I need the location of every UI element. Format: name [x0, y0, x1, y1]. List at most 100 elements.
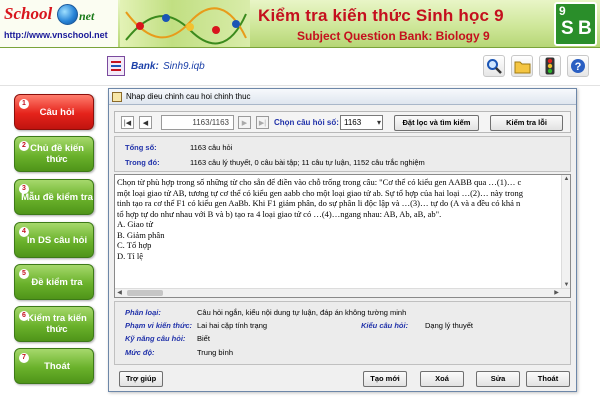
- bio-logo-s: S: [561, 18, 574, 39]
- dialog-button-row: Trợ giúp Tạo mới Xoá Sửa Thoát: [114, 369, 571, 389]
- bio-logo-b: B: [578, 18, 592, 39]
- menu-label: Kiểm tra kiến thức: [27, 313, 87, 335]
- menu-number-badge: 5: [19, 269, 29, 279]
- folder-icon: [514, 61, 530, 73]
- open-folder-button[interactable]: [511, 55, 533, 77]
- question-content-editor[interactable]: Chọn từ phù hợp trong số những từ cho sẵ…: [114, 174, 571, 298]
- menu-label: Đề kiểm tra: [31, 276, 83, 288]
- question-number-select[interactable]: 1163: [340, 115, 383, 130]
- scope-value: Lai hai cặp tính trạng: [197, 321, 268, 330]
- category-value: Câu hỏi ngắn, kiểu nội dung tự luận, đáp…: [197, 308, 407, 317]
- delete-question-button[interactable]: Xoá: [420, 371, 464, 387]
- menu-label: Câu hỏi: [39, 106, 75, 118]
- question-line: tinh tạo ra cơ thể F1 có kiểu gen AaBb. …: [117, 198, 521, 208]
- dialog-app-icon: [112, 92, 122, 102]
- logo-url: http://www.vnschool.net: [4, 30, 108, 40]
- menu-number-badge: 1: [19, 99, 29, 109]
- app-title: Kiểm tra kiến thức Sinh học 9: [258, 6, 504, 25]
- record-counter: 1163/1163: [161, 115, 234, 130]
- dialog-title-bar: Nhap dieu chinh cau hoi chinh thuc: [109, 89, 576, 105]
- question-bank-icon: [107, 56, 125, 76]
- check-errors-button[interactable]: Kiểm tra lỗi: [490, 115, 563, 131]
- help-icon: ?: [571, 59, 585, 73]
- search-button[interactable]: [483, 55, 505, 77]
- last-record-button[interactable]: ▶|: [256, 116, 269, 129]
- logo-net-text: net: [79, 9, 95, 23]
- edit-question-button[interactable]: Sửa: [476, 371, 520, 387]
- menu-button-1[interactable]: 1 Câu hỏi: [14, 94, 94, 130]
- question-line: tổ hợp tự do như nhau với B và b) tạo ra…: [117, 208, 442, 219]
- prev-record-button[interactable]: ◀: [139, 116, 152, 129]
- bank-label: Bank:: [131, 61, 159, 72]
- school-net-logo: School net http://www.vnschool.net: [0, 0, 118, 47]
- scroll-left-icon[interactable]: ◀: [115, 289, 124, 297]
- filter-search-button[interactable]: Đặt lọc và tìm kiếm: [394, 115, 479, 131]
- scope-label: Phạm vi kiến thức:: [125, 321, 193, 330]
- new-question-button[interactable]: Tạo mới: [363, 371, 407, 387]
- help-dialog-button[interactable]: Trợ giúp: [119, 371, 163, 387]
- menu-number-badge: 6: [19, 311, 29, 321]
- first-record-button[interactable]: |◀: [121, 116, 134, 129]
- total-value: 1163 câu hỏi: [190, 143, 233, 152]
- menu-number-badge: 7: [19, 353, 29, 363]
- menu-number-badge: 2: [19, 141, 29, 151]
- dna-helix-icon: [125, 7, 247, 45]
- menu-label: Chủ đề kiến thức: [30, 143, 84, 165]
- app-subtitle: Subject Question Bank: Biology 9: [297, 29, 490, 43]
- horizontal-scroll-thumb[interactable]: [127, 290, 163, 296]
- answer-option: A. Giao tử: [117, 219, 154, 229]
- exit-dialog-button[interactable]: Thoát: [526, 371, 570, 387]
- menu-button-4[interactable]: 4 In DS câu hỏi: [14, 222, 94, 258]
- app-header-banner: School net http://www.vnschool.net Kiểm …: [0, 0, 600, 48]
- level-value: Trung bình: [197, 348, 233, 357]
- answer-option: B. Giảm phân: [117, 229, 165, 240]
- traffic-light-icon: [545, 57, 555, 75]
- category-label: Phân loại:: [125, 308, 161, 317]
- logo-school-text: School: [4, 4, 53, 23]
- summary-panel: Tổng số: 1163 câu hỏi Trong đó: 1163 câu…: [114, 136, 571, 172]
- breakdown-label: Trong đó:: [125, 158, 160, 167]
- answer-option: D. Tỉ lệ: [117, 250, 144, 261]
- level-label: Mức độ:: [125, 348, 155, 357]
- toolbar: Bank: Sinh9.iqb ?: [0, 49, 600, 86]
- menu-label: In DS câu hỏi: [26, 234, 88, 246]
- question-properties-panel: Phân loại: Câu hỏi ngắn, kiểu nội dung t…: [114, 301, 571, 365]
- question-text: Chọn từ phù hợp trong số những từ cho sẵ…: [117, 177, 562, 261]
- menu-number-badge: 4: [19, 227, 29, 237]
- menu-number-badge: 3: [19, 184, 29, 194]
- next-record-button[interactable]: ▶: [238, 116, 251, 129]
- menu-button-5[interactable]: 5 Đề kiểm tra: [14, 264, 94, 300]
- search-icon: [487, 59, 502, 74]
- biology-9-logo: 9 S B: [554, 2, 597, 46]
- total-label: Tổng số:: [125, 143, 157, 152]
- menu-button-3[interactable]: 3 Mẫu đề kiểm tra: [14, 179, 94, 215]
- question-type-value: Dạng lý thuyết: [425, 321, 473, 330]
- select-question-label: Chọn câu hỏi số:: [274, 118, 339, 127]
- scroll-right-icon[interactable]: ▶: [552, 289, 561, 297]
- bio-logo-grade: 9: [559, 4, 566, 18]
- question-type-label: Kiểu câu hỏi:: [361, 321, 409, 330]
- menu-label: Mẫu đề kiểm tra: [21, 191, 93, 203]
- dialog-title: Nhap dieu chinh cau hoi chinh thuc: [126, 92, 251, 101]
- status-light-button[interactable]: [539, 55, 561, 77]
- question-line: Chọn từ phù hợp trong số những từ cho sẵ…: [117, 177, 522, 187]
- scroll-up-icon[interactable]: ▲: [562, 175, 570, 184]
- menu-button-2[interactable]: 2 Chủ đề kiến thức: [14, 136, 94, 172]
- navigation-row: |◀ ◀ 1163/1163 ▶ ▶| Chọn câu hỏi số: 116…: [114, 111, 571, 133]
- question-edit-dialog: Nhap dieu chinh cau hoi chinh thuc |◀ ◀ …: [108, 88, 577, 392]
- skill-value: Biết: [197, 334, 210, 343]
- bank-file-name: Sinh9.iqb: [163, 61, 205, 72]
- question-line: một loại giao tử AB, tương tự cơ thể có …: [117, 187, 523, 198]
- breakdown-value: 1163 câu lý thuyết, 0 câu bài tập; 11 câ…: [190, 158, 425, 167]
- dna-illustration: [120, 0, 250, 47]
- menu-label: Thoát: [44, 360, 70, 372]
- svg-text:?: ?: [575, 61, 582, 73]
- globe-icon: [57, 4, 78, 25]
- vertical-scrollbar[interactable]: ▲ ▼: [561, 175, 570, 290]
- horizontal-scrollbar[interactable]: ◀ ▶: [115, 288, 570, 297]
- menu-button-7[interactable]: 7 Thoát: [14, 348, 94, 384]
- skill-label: Kỹ năng câu hỏi:: [125, 334, 186, 343]
- menu-button-6[interactable]: 6 Kiểm tra kiến thức: [14, 306, 94, 342]
- answer-option: C. Tổ hợp: [117, 240, 152, 250]
- help-button[interactable]: ?: [567, 55, 589, 77]
